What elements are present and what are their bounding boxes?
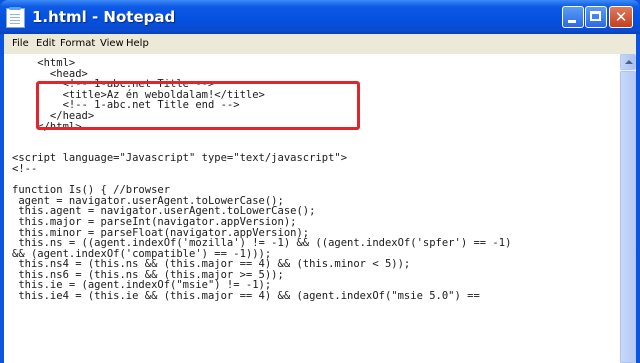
- code-line: <!--: [12, 162, 38, 175]
- minimize-icon: [568, 20, 576, 23]
- notepad-window: 1.html - Notepad ✕ File Edit Format View…: [0, 0, 640, 363]
- text-editor[interactable]: <html> <head> <!-- 1-abc.net Title --> <…: [4, 54, 620, 363]
- close-icon: ✕: [614, 8, 628, 26]
- scroll-thumb[interactable]: [620, 71, 636, 363]
- code-line: <html>: [12, 57, 76, 69]
- menu-help[interactable]: Help: [126, 38, 149, 49]
- notepad-icon[interactable]: [6, 7, 25, 28]
- menu-format[interactable]: Format: [60, 38, 95, 49]
- menu-bar: File Edit Format View Help: [4, 34, 636, 54]
- code-line: this.ie4 = (this.ie && (this.major == 4)…: [12, 290, 480, 303]
- maximize-button[interactable]: [585, 6, 607, 28]
- title-bar[interactable]: 1.html - Notepad ✕: [0, 0, 640, 34]
- menu-view[interactable]: View: [100, 38, 124, 49]
- menu-file[interactable]: File: [12, 38, 29, 49]
- vertical-scrollbar[interactable]: [620, 54, 636, 363]
- window-title: 1.html - Notepad: [32, 8, 176, 26]
- code-line: this.major = parseInt(navigator.appVersi…: [12, 215, 297, 228]
- menu-edit[interactable]: Edit: [36, 38, 55, 49]
- minimize-button[interactable]: [562, 6, 584, 28]
- close-button[interactable]: ✕: [609, 6, 633, 28]
- highlight-box: [36, 81, 360, 130]
- maximize-icon: [590, 11, 601, 21]
- scroll-up-icon[interactable]: [620, 54, 636, 70]
- code-line: <script language="Javascript" type="text…: [12, 152, 348, 165]
